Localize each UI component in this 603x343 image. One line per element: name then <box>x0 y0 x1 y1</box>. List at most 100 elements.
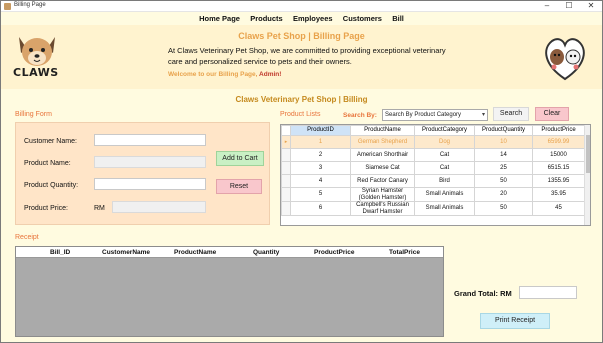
cell-id[interactable]: 6 <box>290 201 351 216</box>
product-name-label: Product Name: <box>24 160 71 167</box>
cell-name[interactable]: Syrian Hamster (Golden Hamster) <box>350 187 415 202</box>
cell-id[interactable]: 5 <box>290 187 351 202</box>
product-table: ProductID ProductName ProductCategory Pr… <box>281 125 585 216</box>
receipt-table-header: Bill_ID CustomerName ProductName Quantit… <box>16 247 443 258</box>
cell-id[interactable]: 2 <box>290 148 351 162</box>
search-by-select[interactable]: Search By Product Category ▾ <box>382 109 488 121</box>
table-row[interactable]: 6 Campbell's Russian Dwarf Hamster Small… <box>281 201 585 216</box>
search-button[interactable]: Search <box>493 107 529 121</box>
col-customer-name[interactable]: CustomerName <box>102 249 150 256</box>
row-header <box>281 161 291 175</box>
product-table-header: ProductID ProductName ProductCategory Pr… <box>281 125 585 136</box>
window-title: Billing Page <box>14 2 46 8</box>
table-row[interactable]: 2 American Shorthair Cat 14 15000 <box>281 148 585 162</box>
col-quantity[interactable]: Quantity <box>253 249 279 256</box>
title-bar: Billing Page – ☐ ✕ <box>1 1 602 12</box>
clear-button[interactable]: Clear <box>535 107 569 121</box>
customer-name-input[interactable] <box>94 134 206 146</box>
col-total-price[interactable]: TotalPrice <box>389 249 420 256</box>
product-grid[interactable]: ProductID ProductName ProductCategory Pr… <box>280 124 591 226</box>
header-banner: CLAWS Claws Pet Shop | Billing Page At C… <box>1 25 602 89</box>
product-name-input[interactable] <box>94 156 206 168</box>
page-title: Claws Pet Shop | Billing Page <box>238 31 365 41</box>
cell-category[interactable]: Dog <box>414 135 475 149</box>
col-product-name[interactable]: ProductName <box>350 125 415 136</box>
product-price-label: Product Price: <box>24 205 68 212</box>
logo-text: CLAWS <box>13 66 59 79</box>
row-header-corner <box>281 125 291 136</box>
close-button[interactable]: ✕ <box>580 1 602 11</box>
receipt-grid[interactable]: Bill_ID CustomerName ProductName Quantit… <box>15 246 444 337</box>
add-to-cart-button[interactable]: Add to Cart <box>216 151 264 166</box>
row-header <box>281 201 291 216</box>
maximize-button[interactable]: ☐ <box>558 1 580 11</box>
col-product-category[interactable]: ProductCategory <box>414 125 475 136</box>
cell-category[interactable]: Cat <box>414 161 475 175</box>
cat-dog-heart-icon <box>545 38 585 81</box>
row-header <box>281 187 291 202</box>
grand-total-text: Grand Total: <box>454 289 499 298</box>
cell-name[interactable]: German Shepherd <box>350 135 415 149</box>
reset-button[interactable]: Reset <box>216 179 262 194</box>
billing-form-label: Billing Form <box>15 111 52 118</box>
cell-id[interactable]: 3 <box>290 161 351 175</box>
cell-name[interactable]: Siamese Cat <box>350 161 415 175</box>
search-by-label: Search By: <box>343 112 377 119</box>
print-receipt-button[interactable]: Print Receipt <box>480 313 550 329</box>
cell-name[interactable]: Red Factor Canary <box>350 174 415 188</box>
cell-id[interactable]: 4 <box>290 174 351 188</box>
grand-total-input[interactable] <box>519 286 577 299</box>
receipt-label: Receipt <box>15 234 39 241</box>
scroll-thumb[interactable] <box>586 135 590 173</box>
menu-employees[interactable]: Employees <box>293 12 333 25</box>
col-product-id[interactable]: ProductID <box>290 125 351 136</box>
chevron-down-icon: ▾ <box>481 112 485 118</box>
col-product-price[interactable]: ProductPrice <box>314 249 354 256</box>
row-header <box>281 148 291 162</box>
table-row[interactable]: ▸ 1 German Shepherd Dog 10 6599.99 <box>281 135 585 149</box>
product-quantity-input[interactable] <box>94 178 206 190</box>
billing-form-panel: Customer Name: Product Name: Product Qua… <box>15 122 270 225</box>
cell-quantity[interactable]: 50 <box>474 174 533 188</box>
cell-category[interactable]: Bird <box>414 174 475 188</box>
cell-name[interactable]: American Shorthair <box>350 148 415 162</box>
cell-price[interactable]: 35.95 <box>532 187 585 202</box>
cell-price[interactable]: 15000 <box>532 148 585 162</box>
cell-name[interactable]: Campbell's Russian Dwarf Hamster <box>350 201 415 216</box>
table-row[interactable]: 3 Siamese Cat Cat 25 6515.15 <box>281 161 585 175</box>
table-row[interactable]: 5 Syrian Hamster (Golden Hamster) Small … <box>281 187 585 202</box>
minimize-button[interactable]: – <box>536 1 558 11</box>
row-header <box>281 174 291 188</box>
cell-quantity[interactable]: 20 <box>474 187 533 202</box>
cell-price[interactable]: 6515.15 <box>532 161 585 175</box>
cell-quantity[interactable]: 10 <box>474 135 533 149</box>
cell-quantity[interactable]: 50 <box>474 201 533 216</box>
billing-window: Billing Page – ☐ ✕ Home Page Products Em… <box>0 0 603 343</box>
menu-home-page[interactable]: Home Page <box>199 12 240 25</box>
header-description: At Claws Veterinary Pet Shop, we are com… <box>168 46 446 66</box>
cell-id[interactable]: 1 <box>290 135 351 149</box>
col-product-quantity[interactable]: ProductQuantity <box>474 125 533 136</box>
menu-customers[interactable]: Customers <box>343 12 382 25</box>
cell-price[interactable]: 6599.99 <box>532 135 585 149</box>
table-row[interactable]: 4 Red Factor Canary Bird 50 1355.95 <box>281 174 585 188</box>
cell-category[interactable]: Cat <box>414 148 475 162</box>
cell-category[interactable]: Small Animals <box>414 187 475 202</box>
grand-total-currency: RM <box>500 289 512 298</box>
col-bill-id[interactable]: Bill_ID <box>50 249 70 256</box>
cell-quantity[interactable]: 25 <box>474 161 533 175</box>
cell-category[interactable]: Small Animals <box>414 201 475 216</box>
row-pointer-icon: ▸ <box>281 135 291 149</box>
section-subtitle: Claws Veterinary Pet Shop | Billing <box>235 95 368 104</box>
product-price-input[interactable] <box>112 201 206 213</box>
cell-quantity[interactable]: 14 <box>474 148 533 162</box>
col-product-name[interactable]: ProductName <box>174 249 216 256</box>
menu-bill[interactable]: Bill <box>392 12 404 25</box>
vertical-scrollbar[interactable] <box>584 125 590 225</box>
menu-products[interactable]: Products <box>250 12 283 25</box>
app-icon <box>4 3 11 10</box>
col-product-price[interactable]: ProductPrice <box>532 125 585 136</box>
cell-price[interactable]: 45 <box>532 201 585 216</box>
cell-price[interactable]: 1355.95 <box>532 174 585 188</box>
search-by-value: Search By Product Category <box>385 112 462 118</box>
